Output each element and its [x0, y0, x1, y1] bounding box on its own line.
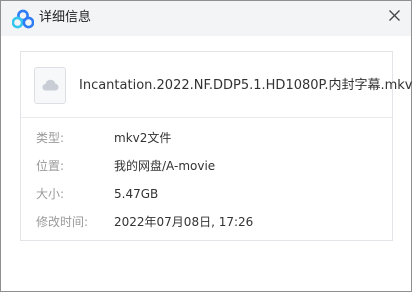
- file-name: Incantation.2022.NF.DDP5.1.HD1080P.内封字幕.…: [79, 78, 412, 93]
- type-value: mkv2文件: [114, 131, 172, 145]
- info-row-type: 类型: mkv2文件: [21, 129, 392, 147]
- cloud-file-icon: [34, 67, 66, 104]
- baidu-netdisk-cloud-icon: [11, 9, 35, 29]
- info-row-modified: 修改时间: 2022年07月08日, 17:26: [21, 213, 392, 231]
- divider: [21, 117, 392, 118]
- close-button[interactable]: [381, 1, 407, 29]
- title-bar[interactable]: 详细信息: [1, 1, 411, 36]
- size-label: 大小:: [36, 187, 65, 201]
- close-icon: [388, 9, 400, 21]
- info-row-size: 大小: 5.47GB: [21, 185, 392, 203]
- location-value[interactable]: 我的网盘/A-movie: [114, 157, 215, 175]
- type-label: 类型:: [36, 131, 65, 145]
- info-row-location: 位置: 我的网盘/A-movie: [21, 157, 392, 175]
- location-label: 位置:: [36, 159, 65, 173]
- size-value: 5.47GB: [114, 187, 159, 201]
- dialog-title: 详细信息: [39, 10, 92, 25]
- details-dialog: 详细信息 Incantation.2022.NF.DDP5.1.HD1080P.…: [0, 0, 412, 292]
- file-details-panel: Incantation.2022.NF.DDP5.1.HD1080P.内封字幕.…: [20, 51, 412, 241]
- modified-time-value: 2022年07月08日, 17:26: [114, 215, 254, 229]
- modified-time-label: 修改时间:: [36, 215, 89, 229]
